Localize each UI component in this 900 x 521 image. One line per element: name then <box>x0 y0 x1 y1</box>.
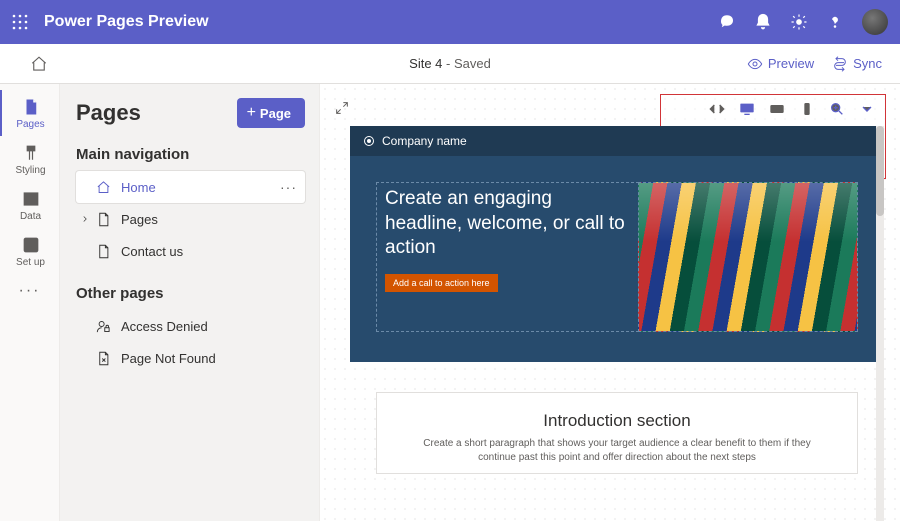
tablet-landscape-icon[interactable] <box>769 101 785 122</box>
rail-label: Data <box>20 211 41 222</box>
chevron-down-icon[interactable] <box>859 101 875 122</box>
site-header[interactable]: Company name <box>350 126 884 156</box>
home-icon <box>96 180 111 195</box>
waffle-icon[interactable] <box>12 14 28 30</box>
hero-image[interactable] <box>638 182 858 332</box>
mobile-icon[interactable] <box>799 101 815 122</box>
nav-label: Page Not Found <box>121 351 216 366</box>
canvas: 50% − + Reset Company name Create an eng… <box>320 84 900 521</box>
main-nav-heading: Main navigation <box>76 146 305 163</box>
rail-styling[interactable]: Styling <box>0 136 60 182</box>
app-title: Power Pages Preview <box>44 13 209 31</box>
scrollbar-track <box>876 126 884 521</box>
radio-icon <box>364 136 374 146</box>
zoom-icon[interactable] <box>829 101 845 122</box>
nav-label: Home <box>121 180 156 195</box>
rail-more[interactable]: ··· <box>0 274 60 308</box>
desktop-icon[interactable] <box>739 101 755 122</box>
preview-button[interactable]: Preview <box>747 56 814 72</box>
nav-access-denied[interactable]: Access Denied <box>76 310 305 342</box>
scrollbar-thumb[interactable] <box>876 126 884 216</box>
saved-label: - Saved <box>442 56 490 71</box>
help-icon[interactable] <box>826 13 844 31</box>
rail-setup[interactable]: Set up <box>0 228 60 274</box>
intro-title: Introduction section <box>407 411 827 431</box>
sync-icon <box>832 56 848 72</box>
bell-icon[interactable] <box>754 13 772 31</box>
other-pages-heading: Other pages <box>76 285 305 302</box>
nav-label: Access Denied <box>121 319 208 334</box>
hero-section[interactable]: Create an engaging headline, welcome, or… <box>350 156 884 362</box>
site-preview: Company name Create an engaging headline… <box>350 126 884 521</box>
nav-label: Pages <box>121 212 158 227</box>
rail-label: Styling <box>15 165 45 176</box>
nav-not-found[interactable]: Page Not Found <box>76 342 305 374</box>
file-icon <box>96 212 111 227</box>
hero-headline: Create an engaging headline, welcome, or… <box>385 187 630 261</box>
site-name: Site 4 <box>409 56 442 71</box>
nav-label: Contact us <box>121 244 183 259</box>
home-icon[interactable] <box>30 55 48 73</box>
gear-icon[interactable] <box>790 13 808 31</box>
secondary-bar: Site 4 - Saved Preview Sync <box>0 44 900 84</box>
pages-panel: Pages + Page Main navigation Home ··· Pa… <box>60 84 320 521</box>
code-icon[interactable] <box>709 101 725 122</box>
site-status: Site 4 - Saved <box>409 56 491 71</box>
hero-text[interactable]: Create an engaging headline, welcome, or… <box>376 182 639 332</box>
add-page-label: Page <box>260 106 291 121</box>
rail-pages[interactable]: Pages <box>0 90 60 136</box>
nav-rail: Pages Styling Data Set up ··· <box>0 84 60 521</box>
sync-button[interactable]: Sync <box>832 56 882 72</box>
nav-contact[interactable]: Contact us <box>76 235 305 267</box>
intro-section[interactable]: Introduction section Create a short para… <box>376 392 858 474</box>
chevron-right-icon <box>80 214 90 224</box>
file-x-icon <box>96 351 111 366</box>
sync-label: Sync <box>853 56 882 71</box>
preview-label: Preview <box>768 56 814 71</box>
add-page-button[interactable]: + Page <box>237 98 305 128</box>
cta-button[interactable]: Add a call to action here <box>385 274 498 292</box>
more-icon[interactable]: ··· <box>280 179 297 195</box>
file-icon <box>96 244 111 259</box>
eye-icon <box>747 56 763 72</box>
plus-icon: + <box>247 104 256 122</box>
rail-data[interactable]: Data <box>0 182 60 228</box>
company-name: Company name <box>382 134 467 148</box>
panel-title: Pages <box>76 100 141 126</box>
nav-pages[interactable]: Pages <box>76 203 305 235</box>
copilot-icon[interactable] <box>718 13 736 31</box>
avatar[interactable] <box>862 9 888 35</box>
rail-label: Set up <box>16 257 45 268</box>
rail-label: Pages <box>16 119 44 130</box>
expand-icon[interactable] <box>334 100 350 116</box>
user-lock-icon <box>96 319 111 334</box>
intro-body: Create a short paragraph that shows your… <box>407 437 827 465</box>
app-bar: Power Pages Preview <box>0 0 900 44</box>
nav-home[interactable]: Home ··· <box>76 171 305 203</box>
